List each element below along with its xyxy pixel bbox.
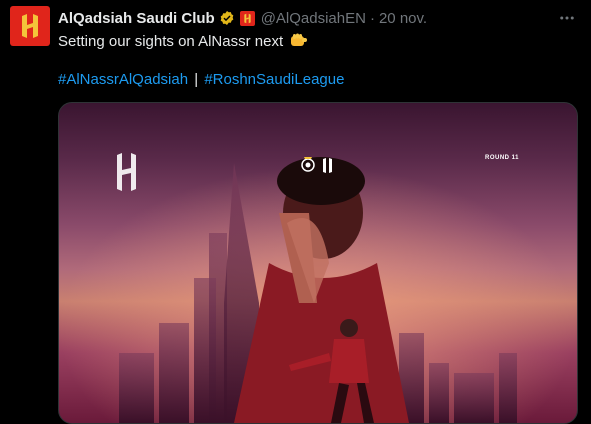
hashtag-separator: | (194, 71, 199, 88)
tweet-text: Setting our sights on AlNassr next (58, 32, 308, 52)
verified-badge-icon[interactable] (219, 10, 235, 26)
tweet-header: AlQadsiah Saudi Club @AlQadsiahEN · 20 n… (58, 8, 581, 28)
tweet-text-content: Setting our sights on AlNassr next (58, 33, 284, 50)
round-label: ROUND 11 (484, 155, 519, 161)
header-separator: · (369, 9, 375, 27)
author-handle[interactable]: @AlQadsiahEN (261, 10, 366, 27)
match-poster-graphic (59, 103, 577, 423)
affiliate-badge-icon[interactable] (239, 10, 255, 26)
tweet-date[interactable]: 20 nov. (379, 10, 427, 27)
club-logo-icon (22, 14, 38, 38)
author-name[interactable]: AlQadsiah Saudi Club (58, 10, 215, 27)
hashtag-link[interactable]: #AlNassrAlQadsiah (58, 71, 188, 88)
more-options-icon[interactable] (557, 8, 577, 28)
hashtags: #AlNassrAlQadsiah | #RoshnSaudiLeague (58, 71, 344, 88)
tweet-media-image[interactable]: ROUND 11 (58, 102, 578, 424)
hashtag-link[interactable]: #RoshnSaudiLeague (204, 71, 344, 88)
avatar[interactable] (10, 6, 50, 46)
fist-icon (290, 32, 308, 52)
